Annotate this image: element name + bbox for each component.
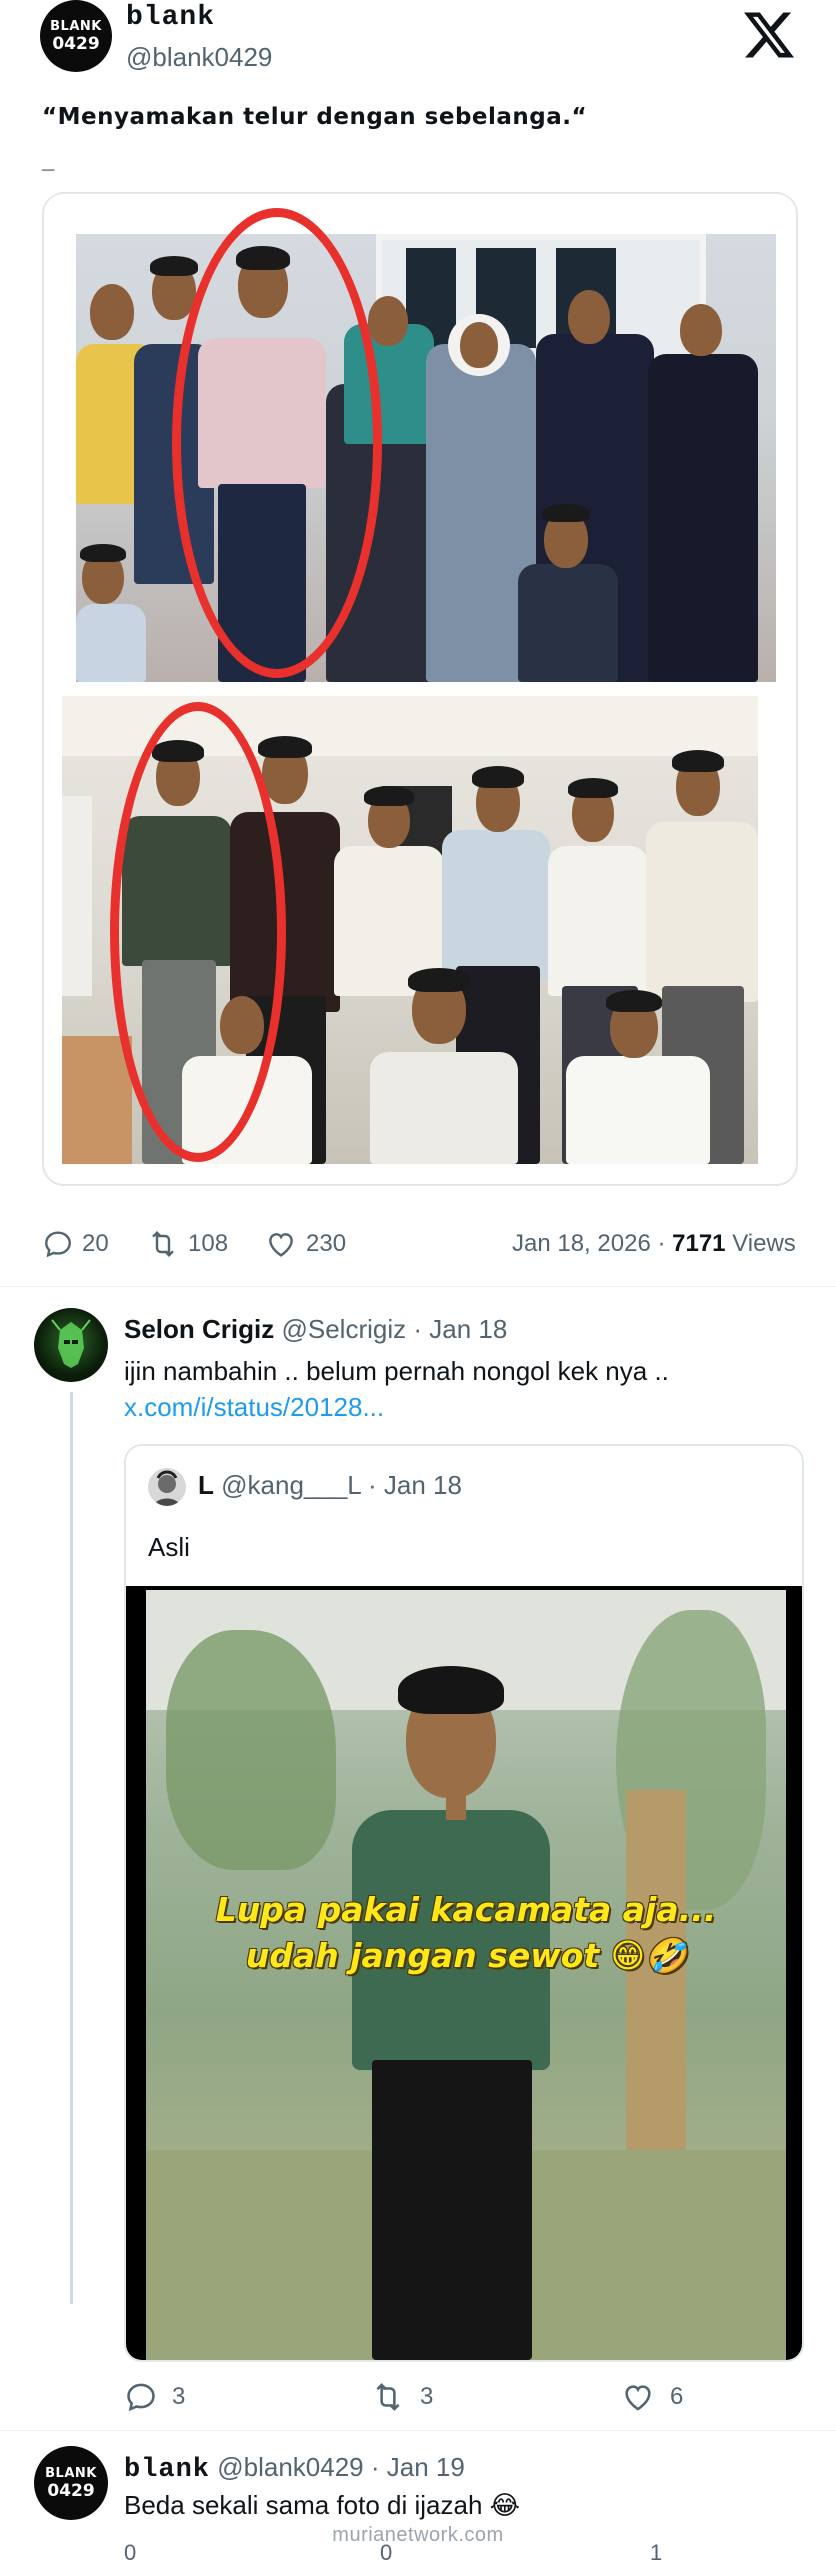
portrait-photo: Lupa pakai kacamata aja... udah jangan s… — [146, 1590, 786, 2360]
reply1-date[interactable]: Jan 18 — [429, 1314, 507, 1344]
quote-header: L @kang___L · Jan 18 — [198, 1470, 462, 1501]
like-count: 230 — [306, 1230, 347, 1257]
author-display-name[interactable]: blank — [126, 2, 215, 33]
quote-author-handle[interactable]: @kang___L — [221, 1470, 361, 1500]
thread-line — [70, 1392, 73, 2304]
heart-icon — [269, 1233, 293, 1257]
quote-text: Asli — [148, 1532, 190, 1562]
mask-avatar-icon — [51, 1319, 91, 1368]
post-text: “Menyamakan telur dengan sebelanga.“ — [42, 104, 588, 130]
repost-icon — [376, 2383, 400, 2411]
reply2-author-handle[interactable]: @blank0429 — [217, 2452, 363, 2482]
avatar-text-line2: 0429 — [52, 33, 100, 54]
section-divider — [0, 2430, 836, 2431]
reply1-avatar[interactable] — [34, 1308, 108, 1382]
reply1-link[interactable]: x.com/i/status/20128... — [124, 1392, 384, 1423]
reply1-reply-button[interactable]: 3 — [124, 2380, 185, 2414]
section-divider — [0, 1286, 836, 1287]
reply2-avatar[interactable]: BLANK 0429 — [34, 2446, 108, 2520]
reply1-repost-count: 3 — [420, 2383, 434, 2410]
quote-author-avatar[interactable] — [148, 1468, 186, 1506]
reply-icon — [127, 2383, 155, 2412]
reply2-meta-separator: · — [363, 2452, 387, 2482]
avatar-text-line1: BLANK — [50, 18, 102, 34]
post-timestamp-views[interactable]: Jan 18, 2026 · 7171 Views — [512, 1230, 796, 1258]
quote-date[interactable]: Jan 18 — [384, 1470, 462, 1500]
avatar-text-line1: BLANK — [45, 2465, 97, 2481]
reply1-reply-count: 3 — [172, 2383, 186, 2410]
reply2-text: Beda sekali sama foto di ijazah 😂 — [124, 2490, 521, 2520]
views-label: Views — [732, 1230, 796, 1257]
heart-icon — [625, 2385, 651, 2411]
reply-button[interactable]: 20 — [42, 1228, 109, 1260]
views-count: 7171 — [672, 1230, 726, 1257]
reply1-like-button[interactable]: 6 — [620, 2380, 683, 2414]
x-logo-icon — [744, 12, 794, 58]
repost-count: 108 — [188, 1230, 229, 1257]
reply1-author-name[interactable]: Selon Crigiz — [124, 1314, 274, 1344]
overlay-caption-line2: udah jangan sewot 😁🤣 — [245, 1936, 687, 1975]
reply2-header: blank @blank0429 · Jan 19 — [124, 2452, 465, 2485]
highlight-circle-top — [172, 208, 382, 678]
watermark: murianetwork.com — [332, 2524, 504, 2546]
reply1-meta-separator: · — [406, 1314, 430, 1344]
author-handle[interactable]: @blank0429 — [126, 42, 272, 73]
quote-meta-separator: · — [360, 1470, 384, 1500]
reply2-author-name[interactable]: blank — [124, 2455, 210, 2485]
sketch-avatar-icon — [154, 1470, 180, 1506]
reply-icon — [45, 1231, 71, 1258]
post-date: Jan 18, 2026 — [512, 1230, 651, 1257]
quoted-post-card[interactable]: L @kang___L · Jan 18 Asli Lupa pakai kac… — [124, 1444, 804, 2362]
avatar-text-line2: 0429 — [47, 2480, 95, 2501]
reply1-author-handle[interactable]: @Selcrigiz — [281, 1314, 406, 1344]
meta-separator: · — [650, 1230, 673, 1257]
overlay-caption-line1: Lupa pakai kacamata aja... — [215, 1890, 717, 1929]
like-button[interactable]: 230 — [264, 1228, 346, 1260]
repost-icon — [152, 1230, 174, 1258]
highlight-circle-bottom — [110, 702, 286, 1162]
quote-media[interactable]: Lupa pakai kacamata aja... udah jangan s… — [126, 1586, 802, 2360]
reply-count: 20 — [82, 1230, 109, 1257]
post-trailing-mark: _ — [42, 148, 55, 173]
reply1-repost-button[interactable]: 3 — [370, 2380, 433, 2414]
repost-button[interactable]: 108 — [146, 1228, 228, 1260]
reply1-text: ijin nambahin .. belum pernah nongol kek… — [124, 1356, 669, 1386]
reply1-like-count: 6 — [670, 2383, 684, 2410]
quote-author-name[interactable]: L — [198, 1470, 214, 1500]
author-avatar[interactable]: BLANK 0429 — [40, 0, 112, 72]
reply1-header: Selon Crigiz @Selcrigiz · Jan 18 — [124, 1314, 507, 1345]
reply2-date[interactable]: Jan 19 — [387, 2452, 465, 2482]
